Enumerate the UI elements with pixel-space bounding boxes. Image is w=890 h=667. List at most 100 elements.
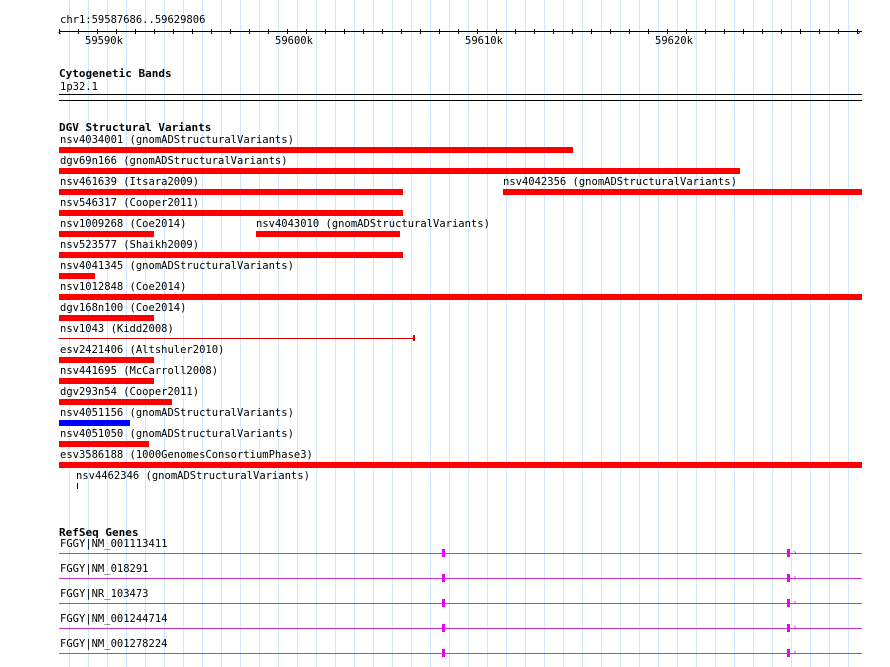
gene-intron-line[interactable] (59, 653, 862, 654)
variant-feature[interactable] (59, 357, 154, 363)
gene-label: FGGY|NM_001244714 (60, 613, 168, 625)
gene-exon[interactable] (787, 599, 790, 607)
variant-feature[interactable] (59, 315, 154, 321)
gene-exon[interactable] (787, 649, 790, 657)
gene-intron-line[interactable] (59, 603, 862, 604)
position-label: chr1:59587686..59629806 (60, 14, 206, 26)
variant-label: nsv4034001 (gnomADStructuralVariants) (60, 134, 294, 146)
variant-feature[interactable] (59, 252, 403, 258)
variant-label: nsv1009268 (Coe2014) (60, 218, 187, 230)
variant-label: nsv1012848 (Coe2014) (60, 281, 187, 293)
strand-arrow-icon: › (792, 648, 798, 658)
variant-feature[interactable] (59, 273, 95, 279)
variant-feature[interactable] (59, 462, 862, 468)
ruler-tick (724, 29, 725, 34)
ruler-tick (173, 29, 174, 34)
ruler-tick (762, 29, 763, 34)
ruler-tick (268, 29, 269, 34)
ruler-tick (363, 29, 364, 34)
ruler-tick (211, 29, 212, 34)
ruler-tick (344, 29, 345, 34)
ruler-tick (553, 29, 554, 34)
ruler-tick (572, 29, 573, 34)
variant-label: nsv4462346 (gnomADStructuralVariants) (76, 470, 310, 482)
strand-arrow-icon: › (792, 623, 798, 633)
ruler-tick (705, 29, 706, 34)
dgv-track-title[interactable]: DGV Structural Variants (59, 121, 211, 134)
variant-feature[interactable] (59, 147, 573, 153)
gene-intron-line[interactable] (59, 628, 862, 629)
ruler-tick (800, 29, 801, 34)
ruler-tick (629, 29, 630, 34)
ruler-tick (477, 29, 478, 34)
variant-feature-point[interactable] (77, 483, 78, 489)
ruler-tick (135, 29, 136, 34)
variant-label: dgv168n100 (Coe2014) (60, 302, 187, 314)
gene-label: FGGY|NM_001278224 (60, 638, 168, 650)
gene-exon[interactable] (787, 549, 790, 557)
ruler-line (59, 31, 862, 32)
variant-label: nsv4051156 (gnomADStructuralVariants) (60, 407, 294, 419)
ruler-tick (819, 29, 820, 34)
variant-label: nsv4041345 (gnomADStructuralVariants) (60, 260, 294, 272)
variant-feature[interactable] (59, 231, 154, 237)
ruler-tick (230, 29, 231, 34)
gene-exon[interactable] (787, 624, 790, 632)
gene-exon[interactable] (787, 574, 790, 582)
variant-feature[interactable] (59, 210, 403, 216)
ruler-tick (857, 29, 858, 34)
variant-label: nsv461639 (Itsara2009) (60, 176, 200, 188)
variant-feature[interactable] (59, 441, 149, 447)
ruler-tick (192, 29, 193, 34)
gene-intron-line[interactable] (59, 578, 862, 579)
variant-feature[interactable] (59, 378, 154, 384)
ruler-tick (496, 29, 497, 34)
ruler-tick (306, 29, 307, 34)
ruler-tick (648, 29, 649, 34)
ruler-tick (458, 29, 459, 34)
cytoband-label: 1p32.1 (60, 81, 98, 93)
ruler-tick (287, 29, 288, 34)
gene-exon[interactable] (442, 599, 445, 607)
variant-label: nsv546317 (Cooper2011) (60, 197, 200, 209)
ruler-tick (781, 29, 782, 34)
variant-label: dgv69n166 (gnomADStructuralVariants) (60, 155, 288, 167)
strand-arrow-icon: › (792, 548, 798, 558)
gene-exon[interactable] (442, 649, 445, 657)
variant-feature[interactable] (256, 231, 400, 237)
gene-label: FGGY|NM_018291 (60, 563, 149, 575)
ruler-tick (667, 29, 668, 34)
variant-feature[interactable] (59, 168, 740, 174)
ruler-tick (591, 29, 592, 34)
variant-feature[interactable] (59, 399, 172, 405)
variant-feature[interactable] (59, 294, 862, 300)
ruler-tick (515, 29, 516, 34)
gene-label: FGGY|NR_103473 (60, 588, 149, 600)
variant-feature[interactable] (503, 189, 862, 195)
ruler-tick (439, 29, 440, 34)
gene-exon[interactable] (442, 624, 445, 632)
ruler-tick (78, 29, 79, 34)
strand-arrow-icon: › (792, 573, 798, 583)
cytoband-bottom-line (59, 100, 862, 101)
cytobands-track-title[interactable]: Cytogenetic Bands (59, 67, 172, 80)
ruler-tick-label: 59620k (655, 35, 693, 47)
ruler-tick (97, 29, 98, 34)
variant-feature[interactable] (59, 189, 403, 195)
variant-feature-gain[interactable] (59, 420, 130, 426)
variant-label: nsv4042356 (gnomADStructuralVariants) (503, 176, 737, 188)
ruler-tick (401, 29, 402, 34)
variant-label: nsv523577 (Shaikh2009) (60, 239, 200, 251)
gene-exon[interactable] (442, 549, 445, 557)
variant-label: dgv293n54 (Cooper2011) (60, 386, 200, 398)
ruler-tick (420, 29, 421, 34)
cytoband-top-line (59, 94, 862, 95)
ruler-tick (534, 29, 535, 34)
gene-intron-line[interactable] (59, 553, 862, 554)
ruler-tick (610, 29, 611, 34)
variant-feature-thin[interactable] (59, 338, 415, 339)
gene-exon[interactable] (442, 574, 445, 582)
ruler-tick-label: 59590k (85, 35, 123, 47)
ruler-tick (382, 29, 383, 34)
ruler-tick (154, 29, 155, 34)
